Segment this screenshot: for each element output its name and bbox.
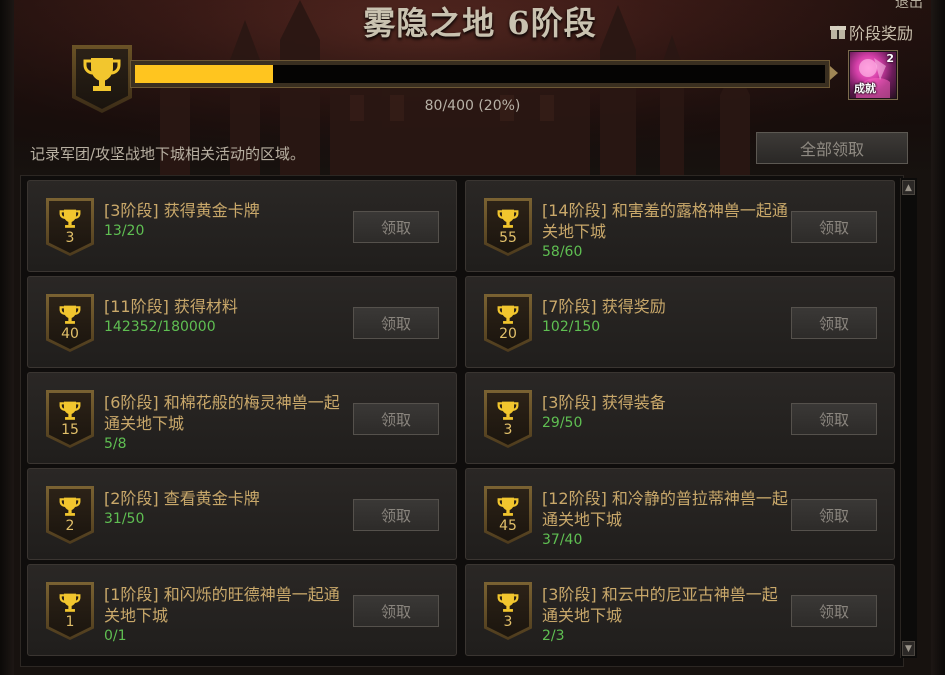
achievement-title-text: [7阶段] 获得奖励 xyxy=(542,297,666,316)
level-number: 40 xyxy=(61,326,79,342)
stage-reward-link[interactable]: 阶段奖励 xyxy=(829,20,913,44)
achievement-card: 55 [14阶段] 和害羞的露格神兽一起通关地下城 58/60 领取 xyxy=(465,180,895,272)
claim-button[interactable]: 领取 xyxy=(353,403,439,435)
stage-progress-bar xyxy=(130,60,830,88)
achievement-progress: 0/1 xyxy=(104,628,127,644)
claim-button[interactable]: 领取 xyxy=(791,595,877,627)
achievement-title: [12阶段] 和冷静的普拉蒂神兽一起通关地下城 37/40 xyxy=(542,488,792,550)
achievement-progress: 5/8 xyxy=(104,436,127,452)
claim-button[interactable]: 领取 xyxy=(353,595,439,627)
achievement-title: [14阶段] 和害羞的露格神兽一起通关地下城 58/60 xyxy=(542,200,792,262)
claim-button[interactable]: 领取 xyxy=(353,307,439,339)
achievement-card: 1 [1阶段] 和闪烁的旺德神兽一起通关地下城 0/1 领取 xyxy=(27,564,457,656)
achievement-list: 3 [3阶段] 获得黄金卡牌 13/20 领取 55 [14阶段] 和害羞的露格神兽一起通… xyxy=(20,175,904,667)
progress-text: 80/400 (20%) xyxy=(424,98,521,114)
progress-fill xyxy=(135,65,273,83)
reward-item-count: 2 xyxy=(886,52,894,65)
achievement-progress: 58/60 xyxy=(542,244,583,260)
claim-button[interactable]: 领取 xyxy=(791,403,877,435)
achievement-card: 2 [2阶段] 查看黄金卡牌 31/50 领取 xyxy=(27,468,457,560)
achievement-title-text: [3阶段] 获得装备 xyxy=(542,393,666,412)
claim-all-button[interactable]: 全部领取 xyxy=(756,132,908,164)
level-number: 3 xyxy=(65,230,75,246)
achievement-card: 3 [3阶段] 和云中的尼亚古神兽一起通关地下城 2/3 领取 xyxy=(465,564,895,656)
level-number: 3 xyxy=(503,422,513,438)
achievement-card: 15 [6阶段] 和棉花般的梅灵神兽一起通关地下城 5/8 领取 xyxy=(27,372,457,464)
exit-label[interactable]: 退出 xyxy=(895,0,923,12)
level-number: 45 xyxy=(499,518,517,534)
progress-track xyxy=(135,65,825,83)
achievement-title: [2阶段] 查看黄金卡牌 31/50 xyxy=(104,488,354,529)
level-number: 15 xyxy=(61,422,79,438)
page-title: 雾隐之地 6阶段 xyxy=(363,4,597,42)
achievement-progress: 13/20 xyxy=(104,223,145,239)
level-number: 2 xyxy=(65,518,75,534)
achievement-progress: 37/40 xyxy=(542,532,583,548)
achievement-title-text: [2阶段] 查看黄金卡牌 xyxy=(104,489,260,508)
achievement-title: [11阶段] 获得材料 142352/180000 xyxy=(104,296,354,337)
achievement-progress: 31/50 xyxy=(104,511,145,527)
achievement-progress: 2/3 xyxy=(542,628,565,644)
achievement-card: 20 [7阶段] 获得奖励 102/150 领取 xyxy=(465,276,895,368)
achievement-title: [3阶段] 获得黄金卡牌 13/20 xyxy=(104,200,354,241)
level-number: 3 xyxy=(503,614,513,630)
achievement-title: [3阶段] 获得装备 29/50 xyxy=(542,392,792,433)
achievement-title: [1阶段] 和闪烁的旺德神兽一起通关地下城 0/1 xyxy=(104,584,354,646)
achievement-progress: 102/150 xyxy=(542,319,601,335)
achievement-title: [3阶段] 和云中的尼亚古神兽一起通关地下城 2/3 xyxy=(542,584,792,646)
achievement-progress: 29/50 xyxy=(542,415,583,431)
achievement-card: 3 [3阶段] 获得黄金卡牌 13/20 领取 xyxy=(27,180,457,272)
claim-button[interactable]: 领取 xyxy=(353,499,439,531)
achievement-card: 3 [3阶段] 获得装备 29/50 领取 xyxy=(465,372,895,464)
level-number: 20 xyxy=(499,326,517,342)
level-number: 1 xyxy=(65,614,75,630)
achievement-title: [6阶段] 和棉花般的梅灵神兽一起通关地下城 5/8 xyxy=(104,392,354,454)
scroll-down-button[interactable]: ▼ xyxy=(902,641,915,656)
level-number: 55 xyxy=(499,230,517,246)
achievement-title-text: [3阶段] 和云中的尼亚古神兽一起通关地下城 xyxy=(542,585,778,625)
claim-button[interactable]: 领取 xyxy=(791,307,877,339)
stage-reward-label: 阶段奖励 xyxy=(848,24,913,43)
achievement-title: [7阶段] 获得奖励 102/150 xyxy=(542,296,792,337)
reward-item-label: 成就 xyxy=(854,82,876,95)
achievement-title-text: [14阶段] 和害羞的露格神兽一起通关地下城 xyxy=(542,201,788,241)
progress-arrow-icon xyxy=(830,66,838,80)
scroll-up-button[interactable]: ▲ xyxy=(902,180,915,195)
achievement-card: 40 [11阶段] 获得材料 142352/180000 领取 xyxy=(27,276,457,368)
claim-button[interactable]: 领取 xyxy=(791,211,877,243)
achievement-progress: 142352/180000 xyxy=(104,319,216,335)
claim-button[interactable]: 领取 xyxy=(791,499,877,531)
achievement-card: 45 [12阶段] 和冷静的普拉蒂神兽一起通关地下城 37/40 领取 xyxy=(465,468,895,560)
achievement-title-text: [3阶段] 获得黄金卡牌 xyxy=(104,201,260,220)
achievement-title-text: [6阶段] 和棉花般的梅灵神兽一起通关地下城 xyxy=(104,393,340,433)
achievement-title-text: [12阶段] 和冷静的普拉蒂神兽一起通关地下城 xyxy=(542,489,788,529)
stage-reward-item[interactable]: 2 成就 xyxy=(848,50,898,100)
trophy-icon xyxy=(83,58,121,91)
claim-button[interactable]: 领取 xyxy=(353,211,439,243)
area-description: 记录军团/攻坚战地下城相关活动的区域。 xyxy=(30,145,306,163)
list-scrollbar[interactable]: ▲ ▼ xyxy=(900,178,917,658)
gift-icon xyxy=(829,24,846,40)
achievement-title-text: [1阶段] 和闪烁的旺德神兽一起通关地下城 xyxy=(104,585,340,625)
achievement-title-text: [11阶段] 获得材料 xyxy=(104,297,238,316)
